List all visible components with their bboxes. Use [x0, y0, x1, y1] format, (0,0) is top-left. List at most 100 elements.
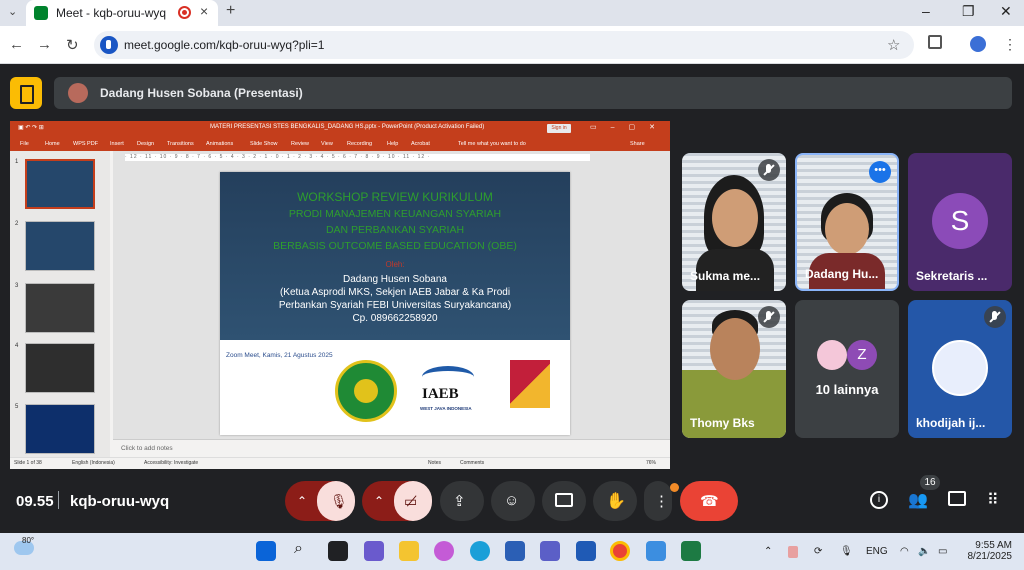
omnibox[interactable]: meet.google.com/kqb-oruu-wyq?pli=1	[94, 31, 914, 59]
minimize-button[interactable]: –	[922, 3, 930, 19]
activities-icon[interactable]: ⠿	[987, 490, 999, 510]
widgets-icon[interactable]	[364, 541, 384, 561]
ppt-tab-file: File	[20, 141, 29, 147]
participant-name: Dadang Hu...	[805, 267, 879, 281]
slide-thumbnail	[25, 159, 95, 209]
teams-icon[interactable]	[540, 541, 560, 561]
present-screen-icon: ⇪	[453, 493, 466, 510]
slide-thumbnail	[25, 404, 95, 454]
tab-search-icon[interactable]: ⌄	[8, 5, 17, 18]
present-button[interactable]: ⇪	[440, 481, 484, 521]
camera-control[interactable]: ⌃ ▭̸	[362, 481, 432, 521]
language-indicator[interactable]: ENG	[866, 546, 888, 557]
mic-tray-icon[interactable]: 🎙	[840, 546, 853, 557]
browser-tab[interactable]: Meet - kqb-oruu-wyq ×	[26, 0, 218, 26]
more-options-button[interactable]: ⋮	[644, 481, 679, 521]
participant-tile[interactable]: khodijah ij...	[908, 300, 1012, 438]
participant-initial: Z	[847, 340, 877, 370]
ppt-tab-acrobat: Acrobat	[411, 141, 430, 147]
site-info-icon[interactable]	[100, 36, 118, 54]
slide-thumbnail	[25, 343, 95, 393]
back-icon[interactable]: ←	[9, 36, 24, 53]
wifi-icon[interactable]: ◠	[900, 546, 909, 557]
others-tile[interactable]: Z 10 lainnya	[795, 300, 899, 438]
participant-face	[712, 189, 758, 247]
participant-name: Thomy Bks	[690, 416, 755, 430]
participant-tile[interactable]: Thomy Bks	[682, 300, 786, 438]
new-tab-button[interactable]: +	[226, 2, 235, 20]
mic-off-icon: 🎙	[330, 493, 348, 509]
slide-line1: WORKSHOP REVIEW KURIKULUM	[297, 190, 493, 204]
status-slide: Slide 1 of 38	[14, 460, 42, 466]
tray-app-icon[interactable]	[788, 546, 798, 558]
captions-button[interactable]	[542, 481, 586, 521]
more-vert-icon: ⋮	[654, 493, 669, 510]
thumb-number: 3	[15, 283, 19, 289]
hand-icon: ✋	[606, 493, 626, 510]
status-language: English (Indonesia)	[72, 460, 115, 466]
weather-icon[interactable]: 80°	[14, 536, 34, 555]
copilot-icon[interactable]	[434, 541, 454, 561]
ruler: · 12 · 11 · 10 · 9 · 8 · 7 · 6 · 5 · 4 ·…	[125, 154, 590, 161]
edge-icon[interactable]	[470, 541, 490, 561]
chat-icon[interactable]	[948, 491, 966, 506]
camera-options-chevron-icon[interactable]: ⌃	[374, 494, 384, 508]
reactions-button[interactable]: ☺	[491, 481, 535, 521]
browser-menu-icon[interactable]: ⋮	[1003, 36, 1017, 53]
file-explorer-icon[interactable]	[399, 541, 419, 561]
tray-overflow-icon[interactable]: ⌃	[764, 546, 772, 557]
presenter-name: Dadang Husen Sobana (Presentasi)	[100, 86, 303, 100]
system-clock[interactable]: 9:55 AM 8/21/2025	[962, 540, 1013, 562]
url-text[interactable]: meet.google.com/kqb-oruu-wyq?pli=1	[124, 38, 324, 52]
forward-icon[interactable]: →	[37, 36, 52, 53]
ppt-tab-design: Design	[137, 141, 155, 147]
extensions-icon[interactable]	[928, 35, 942, 49]
leave-call-button[interactable]: ☎	[680, 481, 738, 521]
task-view-icon[interactable]	[328, 541, 348, 561]
ppt-quick-access-icon: ▣ ↶ ↷ ⊞	[18, 125, 44, 131]
sync-icon[interactable]: ⟳	[814, 546, 822, 557]
notes-pane: Click to add notes	[113, 439, 670, 457]
ppt-tab-help: Help	[387, 141, 399, 147]
tab-close-icon[interactable]: ×	[200, 3, 208, 19]
thumb-number: 2	[15, 221, 19, 227]
meet-favicon-icon	[34, 6, 48, 20]
excel-icon[interactable]	[681, 541, 701, 561]
slide-role-2: Perbankan Syariah FEBI Universitas Surya…	[278, 300, 512, 311]
participant-tile[interactable]: ••• Dadang Hu...	[795, 153, 899, 291]
battery-icon[interactable]: ▭	[938, 546, 947, 557]
participant-tile[interactable]: Sukma me...	[682, 153, 786, 291]
store-icon[interactable]	[505, 541, 525, 561]
university-logo	[335, 360, 397, 422]
tab-title: Meet - kqb-oruu-wyq	[56, 6, 167, 20]
ppt-tab-transitions: Transitions	[167, 141, 194, 147]
end-call-icon: ☎	[700, 493, 719, 510]
people-icon[interactable]: 👥	[908, 490, 928, 510]
profile-avatar[interactable]	[970, 36, 986, 52]
volume-icon[interactable]: 🔈	[918, 546, 930, 557]
raise-hand-button[interactable]: ✋	[593, 481, 637, 521]
chrome-icon[interactable]	[610, 541, 630, 561]
slide-meeting-info: Zoom Meet, Kamis, 21 Agustus 2025	[226, 352, 333, 359]
iaeb-logo-sub: WEST JAVA INDONESIA	[420, 406, 472, 411]
mic-options-chevron-icon[interactable]: ⌃	[297, 494, 307, 508]
slide-line4: BERBASIS OUTCOME BASED EDUCATION (OBE)	[273, 240, 517, 252]
divider	[58, 491, 59, 509]
participant-name: khodijah ij...	[916, 416, 986, 430]
start-icon[interactable]	[256, 541, 276, 561]
photos-icon[interactable]	[646, 541, 666, 561]
search-icon[interactable]: ⌕	[294, 540, 303, 558]
maximize-button[interactable]: ❐	[962, 3, 975, 20]
word-icon[interactable]	[576, 541, 596, 561]
participant-tile[interactable]: S Sekretaris ...	[908, 153, 1012, 291]
shared-screen: ▣ ↶ ↷ ⊞ MATERI PRESENTASI STES BENGKALIS…	[10, 121, 670, 469]
presentation-layout-icon[interactable]	[10, 77, 42, 109]
reload-icon[interactable]: ↻	[66, 36, 79, 54]
participant-name: Sekretaris ...	[916, 269, 988, 283]
weather-temp: 80°	[22, 536, 35, 545]
close-window-button[interactable]: ✕	[1000, 3, 1012, 20]
mic-control[interactable]: ⌃ 🎙	[285, 481, 355, 521]
meeting-details-icon[interactable]: i	[870, 491, 888, 509]
iaeb-logo-arc	[422, 366, 474, 388]
bookmark-star-icon[interactable]: ☆	[887, 36, 900, 54]
